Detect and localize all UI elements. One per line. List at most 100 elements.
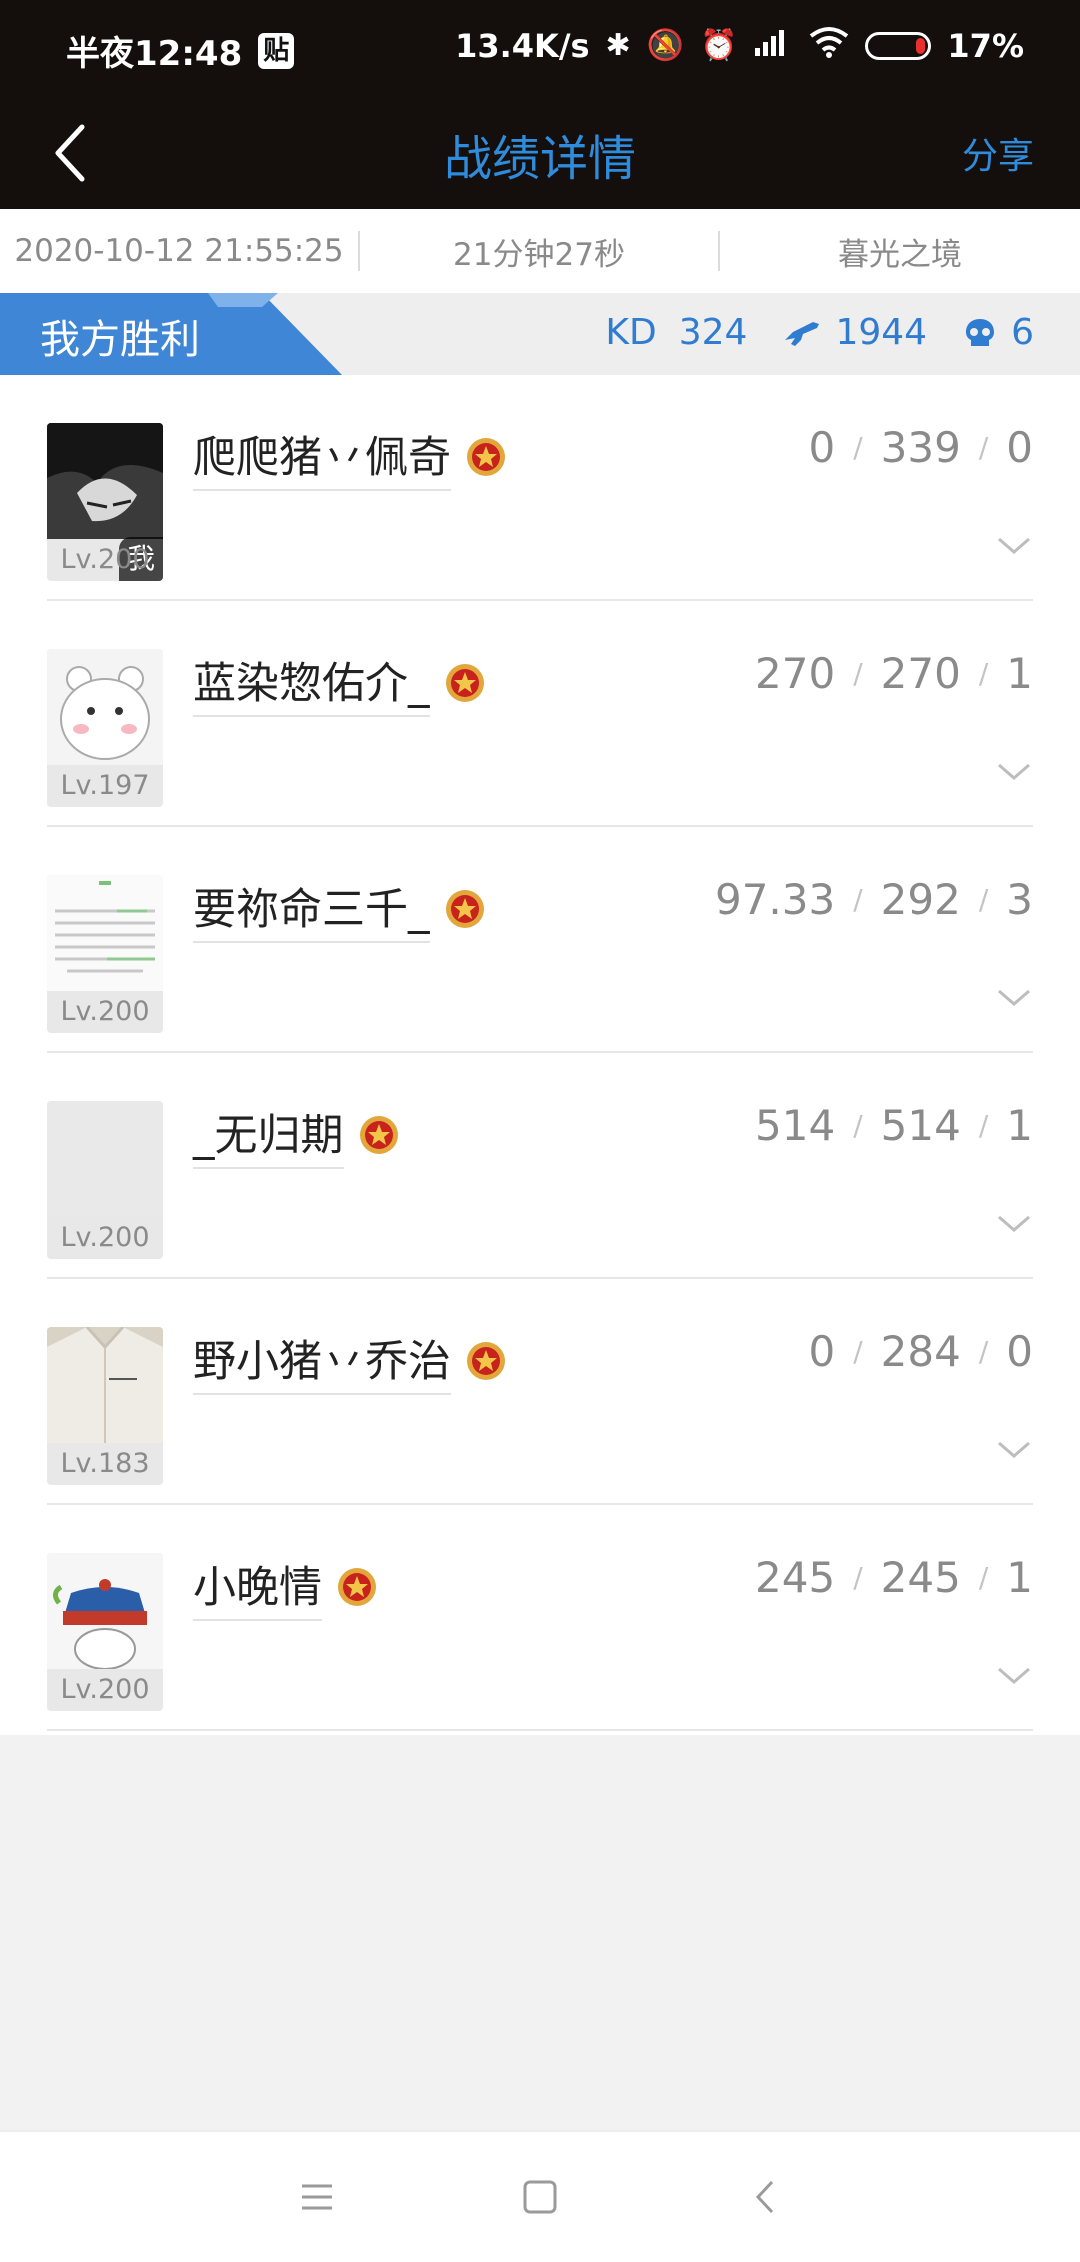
stat-separator: / [853,657,863,690]
chevron-down-icon[interactable] [995,1211,1033,1235]
player-name: 要祢命三千_ [193,875,430,943]
stat-separator: / [853,1561,863,1594]
player-name: 爬爬猪丷佩奇 [193,423,451,491]
player-level: Lv.183 [60,1448,150,1479]
wifi-icon [809,26,849,66]
match-datetime: 2020-10-12 21:55:25 [14,233,344,269]
stat-2: 292 [880,875,961,924]
chevron-down-icon[interactable] [995,1663,1033,1687]
stat-separator: / [978,657,989,690]
stat-separator: / [853,431,863,464]
match-info-bar: 2020-10-12 21:55:25 21分钟27秒 暮光之境 [0,209,1080,293]
deaths-value: 6 [1011,312,1034,353]
player-list: 我 Lv.200 爬爬猪丷佩奇 0 / 339 / 0 Lv.197 蓝染惣佑介_ … [0,375,1080,1735]
skull-icon [966,318,995,346]
avatar [47,423,163,539]
stat-3: 1 [1006,1553,1033,1602]
player-row[interactable]: 我 Lv.200 爬爬猪丷佩奇 0 / 339 / 0 [47,375,1033,601]
player-row[interactable]: Lv.200 小晚情 245 / 245 / 1 [47,1505,1033,1731]
player-avatar-card[interactable]: 我 Lv.200 [47,423,163,581]
signal-icon [753,26,793,66]
match-duration: 21分钟27秒 [453,236,625,273]
stat-2: 339 [880,423,961,472]
chevron-down-icon[interactable] [995,759,1033,783]
back-icon[interactable] [742,2172,792,2222]
network-speed: 13.4K/s [455,27,590,65]
player-stats: 0 / 339 / 0 [808,423,1033,472]
home-icon[interactable] [515,2172,565,2222]
rank-badge-icon [338,1568,376,1606]
menu-icon[interactable] [292,2172,342,2222]
player-row[interactable]: Lv.200 _无归期 514 / 514 / 1 [47,1053,1033,1279]
chevron-down-icon[interactable] [995,985,1033,1009]
player-level: Lv.197 [60,770,150,801]
player-row[interactable]: Lv.183 野小猪丷乔治 0 / 284 / 0 [47,1279,1033,1505]
player-level: Lv.200 [60,1674,150,1705]
stat-separator: / [978,1335,989,1368]
avatar [47,1101,163,1217]
stat-separator: / [853,883,863,916]
player-stats: 270 / 270 / 1 [755,649,1033,698]
status-bar: 半夜12:48 贴 13.4K/s ✱ 🔕 ⏰ 17% [0,0,1080,97]
kd-value: 324 [678,312,748,353]
system-nav-bar [0,2130,1080,2262]
stat-separator: / [978,1561,989,1594]
player-row[interactable]: Lv.197 蓝染惣佑介_ 270 / 270 / 1 [47,601,1033,827]
avatar [47,1553,163,1669]
player-avatar-card[interactable]: Lv.200 [47,1553,163,1711]
gun-icon [785,321,820,346]
kills-value: 1944 [835,312,928,353]
share-button[interactable]: 分享 [962,127,1034,179]
top-bar: 半夜12:48 贴 13.4K/s ✱ 🔕 ⏰ 17% 战绩详情 分享 [0,0,1080,209]
player-name: 蓝染惣佑介_ [193,649,430,717]
stat-1: 0 [808,423,836,472]
rank-badge-icon [445,890,484,928]
rank-badge-icon [445,664,484,702]
player-level: Lv.200 [60,544,150,575]
result-label: 我方胜利 [40,317,200,363]
rank-badge-icon [467,1342,505,1380]
player-avatar-card[interactable]: Lv.200 [47,1101,163,1259]
player-avatar-card[interactable]: Lv.183 [47,1327,163,1485]
stat-3: 0 [1006,1327,1033,1376]
stat-1: 245 [755,1553,836,1602]
bluetooth-icon: ✱ [605,28,631,63]
chevron-down-icon[interactable] [995,1437,1033,1461]
stat-separator: / [978,431,989,464]
battery-icon [865,32,932,60]
kd-label: KD [605,312,657,353]
tieba-icon: 贴 [258,32,295,69]
player-name: _无归期 [193,1101,344,1169]
stat-3: 3 [1006,875,1033,924]
status-time: 半夜12:48 [66,34,243,74]
player-level: Lv.200 [60,996,150,1027]
stat-separator: / [978,883,989,916]
player-stats: 514 / 514 / 1 [755,1101,1033,1150]
player-level: Lv.200 [60,1222,150,1253]
battery-percent: 17% [947,27,1024,65]
stat-separator: / [853,1335,863,1368]
chevron-down-icon[interactable] [995,533,1033,557]
stat-2: 245 [880,1553,961,1602]
mute-bell-icon: 🔕 [646,28,685,63]
player-avatar-card[interactable]: Lv.200 [47,875,163,1033]
avatar [47,1327,163,1443]
stat-2: 514 [880,1101,961,1150]
player-stats: 245 / 245 / 1 [755,1553,1033,1602]
player-avatar-card[interactable]: Lv.197 [47,649,163,807]
alarm-icon: ⏰ [700,28,738,63]
stat-separator: / [978,1109,989,1142]
result-banner: 我方胜利 KD 324 1944 6 [0,293,1080,375]
player-row[interactable]: Lv.200 要祢命三千_ 97.33 / 292 / 3 [47,827,1033,1053]
stat-1: 0 [808,1327,836,1376]
nav-bar: 战绩详情 分享 [0,97,1080,209]
team-stats: KD 324 1944 6 [605,312,1034,353]
stat-3: 1 [1006,1101,1033,1150]
avatar [47,649,163,765]
stat-1: 514 [755,1101,836,1150]
rank-badge-icon [467,438,505,476]
avatar [47,875,163,991]
victory-flag: 我方胜利 [0,293,342,375]
rank-badge-icon [359,1116,398,1154]
row-divider [47,1729,1033,1731]
